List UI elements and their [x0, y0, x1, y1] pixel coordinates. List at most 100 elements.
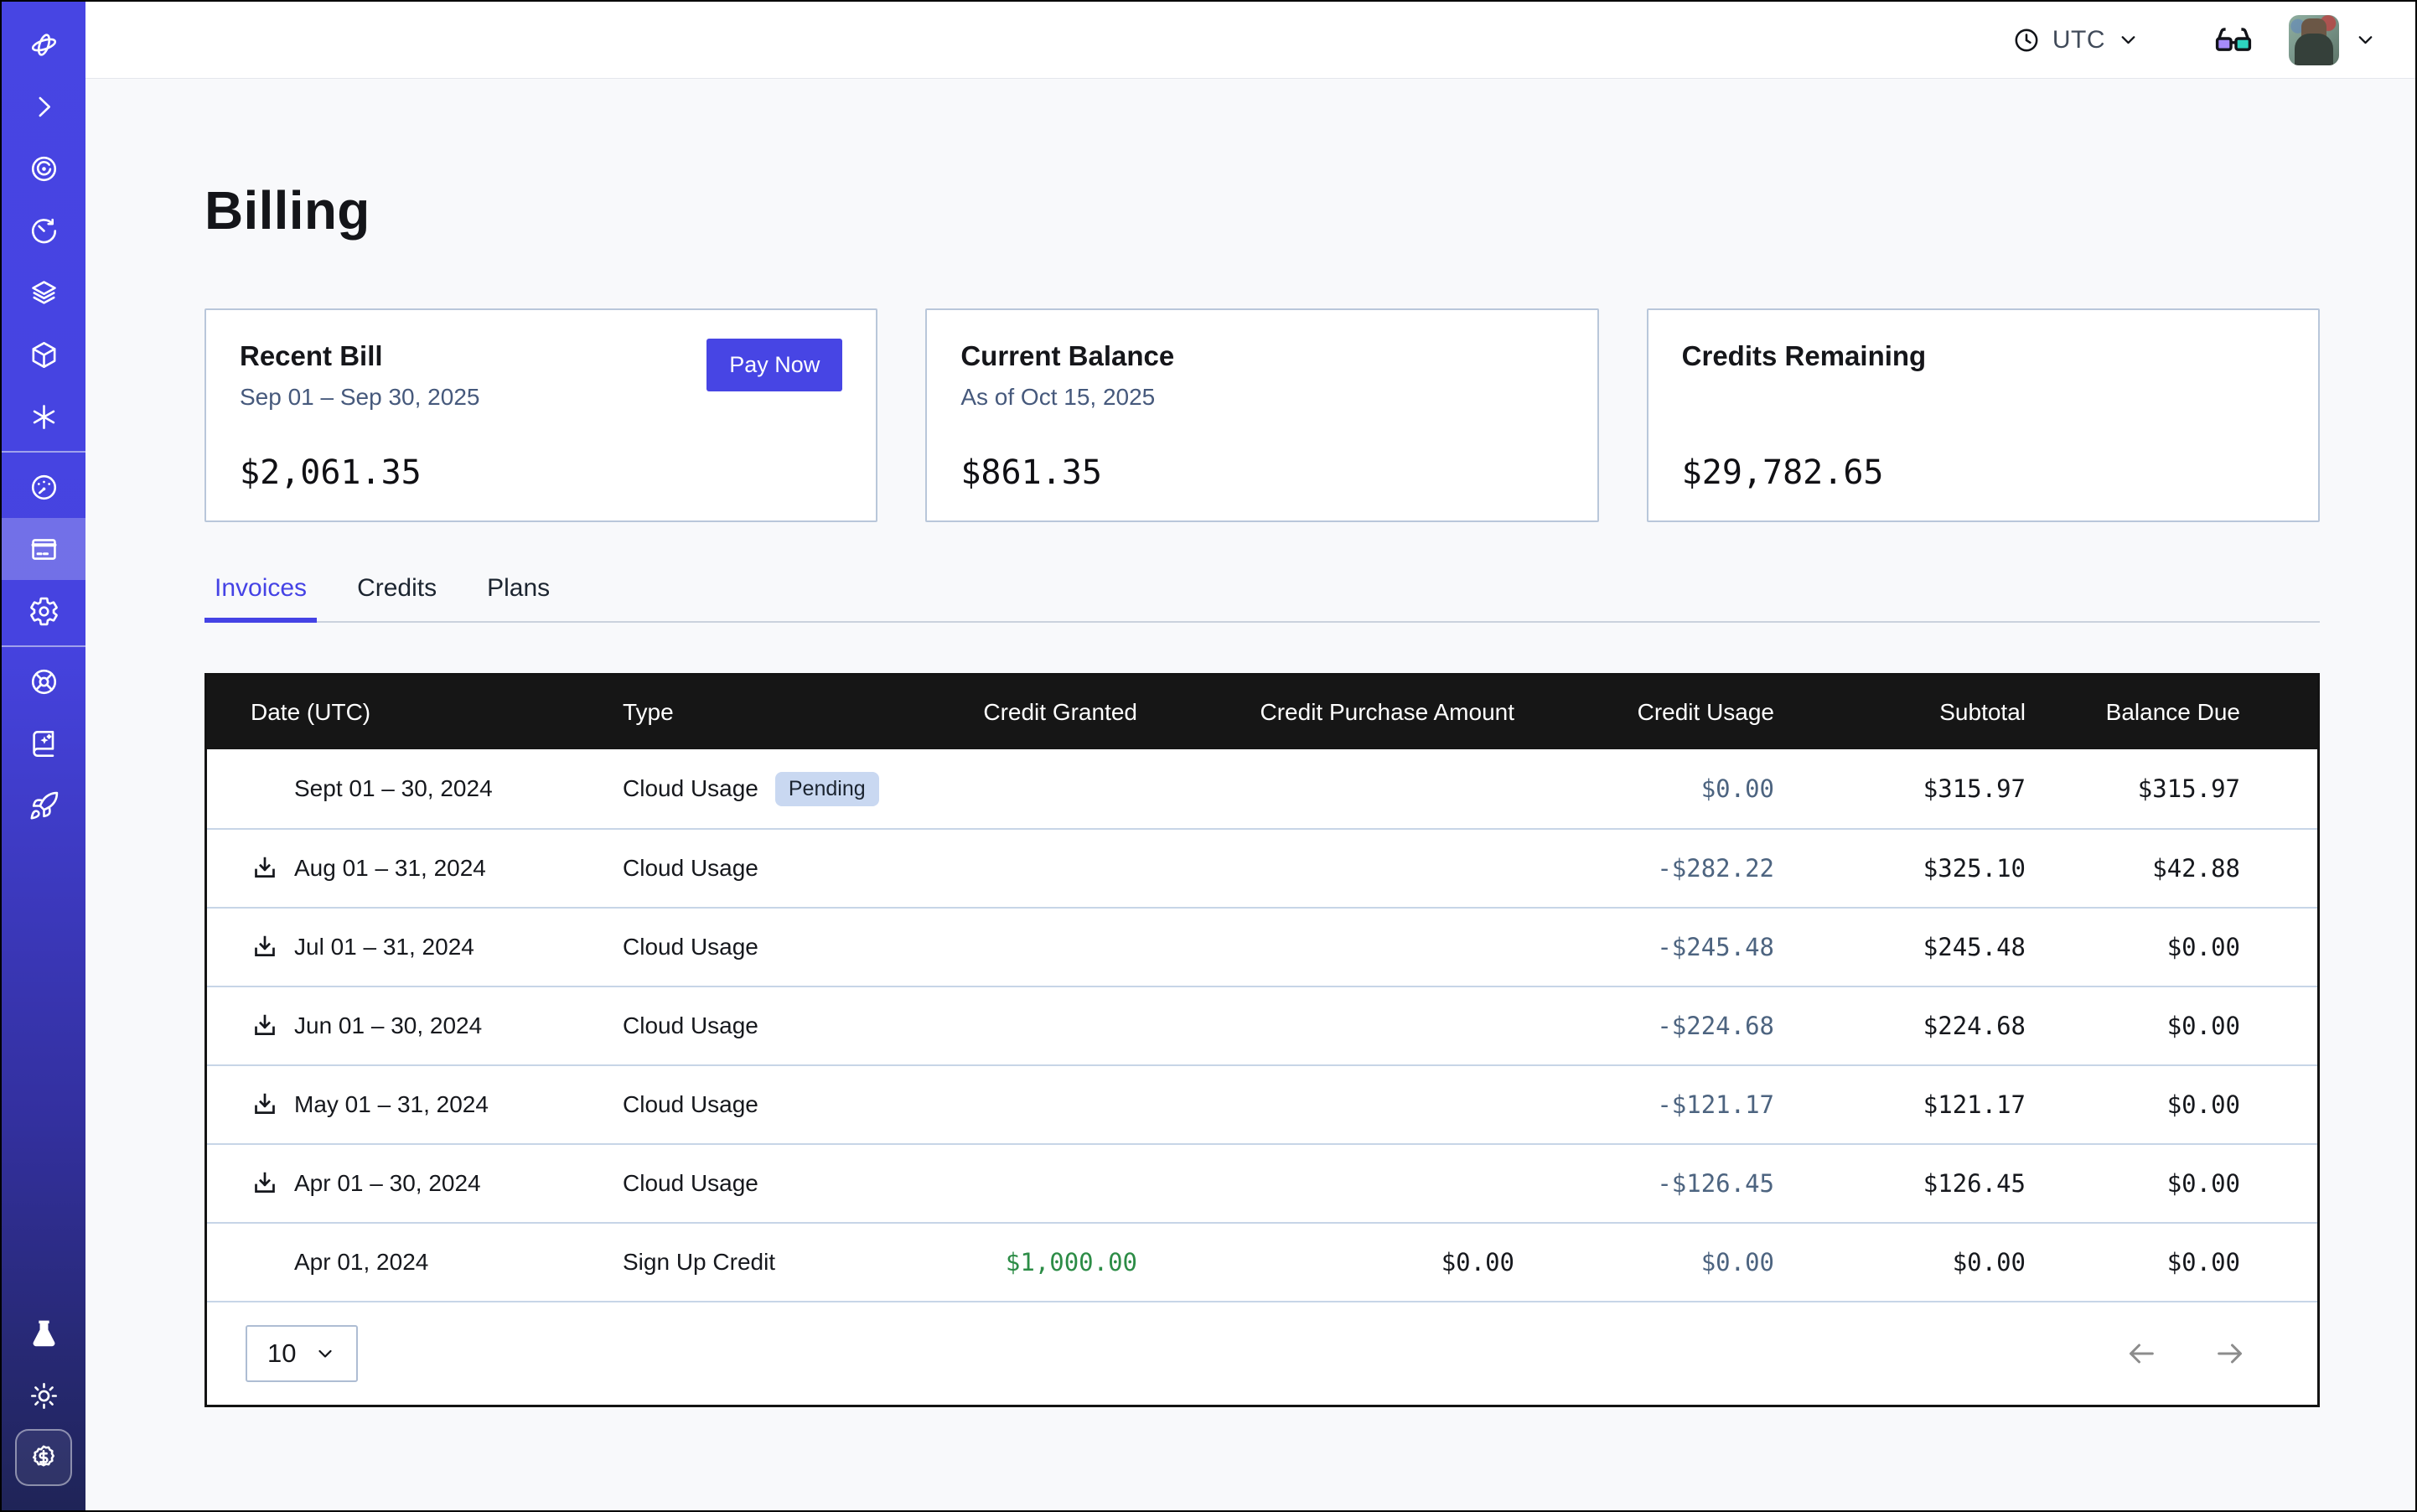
- sidebar-item-observability[interactable]: [2, 137, 85, 199]
- dollar-badge-icon: [15, 1429, 72, 1486]
- invoice-type: Cloud Usage: [623, 1170, 758, 1197]
- prev-page-button[interactable]: [2125, 1337, 2158, 1370]
- invoice-date: Apr 01 – 30, 2024: [294, 1170, 481, 1197]
- tab-credits[interactable]: Credits: [347, 574, 447, 621]
- logo-icon: [28, 29, 60, 60]
- timezone-label: UTC: [2052, 26, 2105, 54]
- invoice-date: May 01 – 31, 2024: [294, 1091, 489, 1118]
- chevron-right-icon: [28, 91, 60, 122]
- chevron-down-icon: [314, 1343, 336, 1364]
- invoice-date: Aug 01 – 31, 2024: [294, 855, 486, 882]
- sidebar-item-expand-sidebar[interactable]: [2, 75, 85, 137]
- sidebar-item-layers[interactable]: [2, 261, 85, 324]
- column-header: Subtotal: [1808, 699, 2059, 726]
- arrow-right-icon: [2213, 1337, 2247, 1370]
- chevron-down-icon: [2117, 28, 2140, 51]
- table-row: Aug 01 – 31, 2024 Cloud Usage -$282.22 $…: [207, 828, 2317, 907]
- download-invoice-button[interactable]: [251, 854, 279, 883]
- column-header: Credit Purchase Amount: [1171, 699, 1548, 726]
- sidebar-item-resources[interactable]: [2, 324, 85, 386]
- timezone-selector[interactable]: UTC: [2012, 26, 2140, 54]
- table-row: Sept 01 – 30, 2024 Cloud UsagePending $0…: [207, 749, 2317, 828]
- sidebar-item-activity[interactable]: [2, 199, 85, 261]
- book-sparkles-icon: [28, 728, 60, 759]
- download-invoice-button[interactable]: [251, 933, 279, 961]
- download-placeholder: [251, 774, 279, 803]
- invoice-type: Cloud Usage: [623, 1012, 758, 1039]
- table-row: Apr 01, 2024 Sign Up Credit $1,000.00 $0…: [207, 1222, 2317, 1301]
- sidebar-item-settings[interactable]: [2, 580, 85, 642]
- credit-usage-cell: -$126.45: [1548, 1169, 1808, 1198]
- current-balance-card: Current Balance As of Oct 15, 2025 $861.…: [925, 308, 1598, 522]
- sidebar-nav: [2, 13, 85, 1489]
- table-body: Sept 01 – 30, 2024 Cloud UsagePending $0…: [207, 749, 2317, 1301]
- sidebar-divider: [2, 645, 85, 647]
- invoice-date: Apr 01, 2024: [294, 1249, 428, 1276]
- download-invoice-button[interactable]: [251, 1090, 279, 1119]
- billing-icon: [28, 534, 60, 565]
- credits-remaining-card: Credits Remaining $29,782.65: [1647, 308, 2320, 522]
- balance-due-cell: $0.00: [2059, 1248, 2322, 1276]
- invoices-table: Date (UTC)TypeCredit GrantedCredit Purch…: [204, 673, 2320, 1407]
- tab-plans[interactable]: Plans: [477, 574, 560, 621]
- credit-usage-cell: -$282.22: [1548, 854, 1808, 883]
- card-title: Current Balance: [960, 340, 1563, 372]
- sidebar: [2, 2, 85, 1510]
- invoice-type: Cloud Usage: [623, 775, 758, 802]
- recent-bill-amount: $2,061.35: [240, 453, 842, 492]
- credit-granted-cell: $1,000.00: [936, 1248, 1171, 1276]
- sidebar-item-credits-rewards[interactable]: [2, 1427, 85, 1489]
- chevron-down-icon[interactable]: [2354, 28, 2377, 51]
- sidebar-item-billing[interactable]: [2, 518, 85, 580]
- rocket-icon: [28, 790, 60, 821]
- subtotal-cell: $325.10: [1808, 854, 2059, 883]
- column-header: Type: [584, 699, 936, 726]
- sidebar-item-app-logo[interactable]: [2, 13, 85, 75]
- sidebar-item-getting-started[interactable]: [2, 774, 85, 836]
- card-subtitle: [1682, 384, 2285, 412]
- sidebar-item-services[interactable]: [2, 386, 85, 448]
- credit-usage-cell: -$224.68: [1548, 1012, 1808, 1040]
- summary-cards: Recent Bill Sep 01 – Sep 30, 2025 Pay No…: [204, 308, 2320, 522]
- sidebar-item-support[interactable]: [2, 650, 85, 712]
- column-header: Credit Granted: [936, 699, 1171, 726]
- table-row: Jun 01 – 30, 2024 Cloud Usage -$224.68 $…: [207, 986, 2317, 1064]
- subtotal-cell: $315.97: [1808, 774, 2059, 803]
- subtotal-cell: $224.68: [1808, 1012, 2059, 1040]
- cube-icon: [28, 339, 60, 370]
- sidebar-item-theme-toggle[interactable]: [2, 1364, 85, 1427]
- glasses-icon: [2213, 20, 2254, 60]
- table-row: Apr 01 – 30, 2024 Cloud Usage -$126.45 $…: [207, 1143, 2317, 1222]
- pay-now-button[interactable]: Pay Now: [706, 339, 842, 391]
- card-subtitle: As of Oct 15, 2025: [960, 384, 1563, 412]
- topbar: UTC: [85, 2, 2415, 79]
- card-subtitle: Sep 01 – Sep 30, 2025: [240, 384, 479, 412]
- subtotal-cell: $0.00: [1808, 1248, 2059, 1276]
- subtotal-cell: $126.45: [1808, 1169, 2059, 1198]
- invoice-date: Jun 01 – 30, 2024: [294, 1012, 482, 1039]
- credit-usage-cell: $0.00: [1548, 774, 1808, 803]
- sidebar-item-usage-dashboard[interactable]: [2, 456, 85, 518]
- status-badge: Pending: [775, 772, 879, 806]
- tab-invoices[interactable]: Invoices: [204, 574, 317, 621]
- table-footer: 10: [207, 1301, 2317, 1405]
- pagination-controls: [2125, 1337, 2247, 1370]
- balance-due-cell: $315.97: [2059, 774, 2322, 803]
- invoice-date: Jul 01 – 31, 2024: [294, 934, 474, 961]
- wheel-icon: [28, 666, 60, 697]
- column-header: Date (UTC): [207, 699, 584, 726]
- appearance-toggle[interactable]: [2213, 20, 2254, 60]
- page-size-select[interactable]: 10: [246, 1325, 358, 1382]
- page-size-value: 10: [267, 1339, 296, 1369]
- credit-usage-cell: $0.00: [1548, 1248, 1808, 1276]
- invoice-type: Sign Up Credit: [623, 1249, 775, 1276]
- sidebar-item-labs[interactable]: [2, 1302, 85, 1364]
- gear-icon: [28, 596, 60, 627]
- current-balance-amount: $861.35: [960, 453, 1563, 492]
- sidebar-item-docs[interactable]: [2, 712, 85, 774]
- user-avatar[interactable]: [2289, 15, 2339, 65]
- table-row: May 01 – 31, 2024 Cloud Usage -$121.17 $…: [207, 1064, 2317, 1143]
- download-invoice-button[interactable]: [251, 1169, 279, 1198]
- download-invoice-button[interactable]: [251, 1012, 279, 1040]
- next-page-button[interactable]: [2213, 1337, 2247, 1370]
